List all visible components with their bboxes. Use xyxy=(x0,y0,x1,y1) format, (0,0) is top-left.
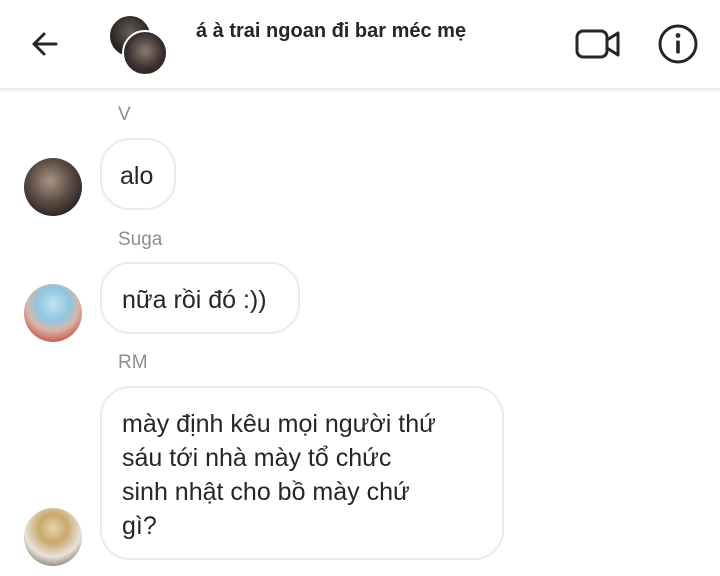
back-arrow-icon xyxy=(32,32,58,56)
video-call-button[interactable] xyxy=(574,22,622,66)
sender-avatar[interactable] xyxy=(24,158,82,216)
sender-avatar[interactable] xyxy=(24,284,82,342)
sender-avatar[interactable] xyxy=(24,508,82,566)
chat-header: á à trai ngoan đi bar méc mẹ xyxy=(0,0,720,90)
message-text-line: sinh nhật cho bồ mày chứ xyxy=(122,478,410,506)
group-avatar[interactable] xyxy=(108,14,170,76)
video-call-icon xyxy=(575,29,620,59)
info-icon xyxy=(658,24,698,64)
message-text: nữa rồi đó :)) xyxy=(122,286,267,314)
message-text-line: sáu tới nhà mày tổ chức xyxy=(122,444,392,472)
message-bubble[interactable]: mày định kêu mọi người thứ sáu tới nhà m… xyxy=(100,386,504,560)
sender-name: Suga xyxy=(118,229,163,250)
message-text-line: mày định kêu mọi người thứ xyxy=(122,410,436,438)
message-bubble[interactable]: nữa rồi đó :)) xyxy=(100,262,300,334)
sender-name: RM xyxy=(118,352,148,373)
message-text: alo xyxy=(120,162,154,190)
chat-title[interactable]: á à trai ngoan đi bar méc mẹ xyxy=(196,20,466,43)
message-text-line: gì? xyxy=(122,512,157,540)
sender-name: V xyxy=(118,104,131,125)
group-member-avatar xyxy=(122,30,168,76)
message-bubble[interactable]: alo xyxy=(100,138,176,210)
back-button[interactable] xyxy=(26,24,66,64)
info-button[interactable] xyxy=(656,22,700,66)
